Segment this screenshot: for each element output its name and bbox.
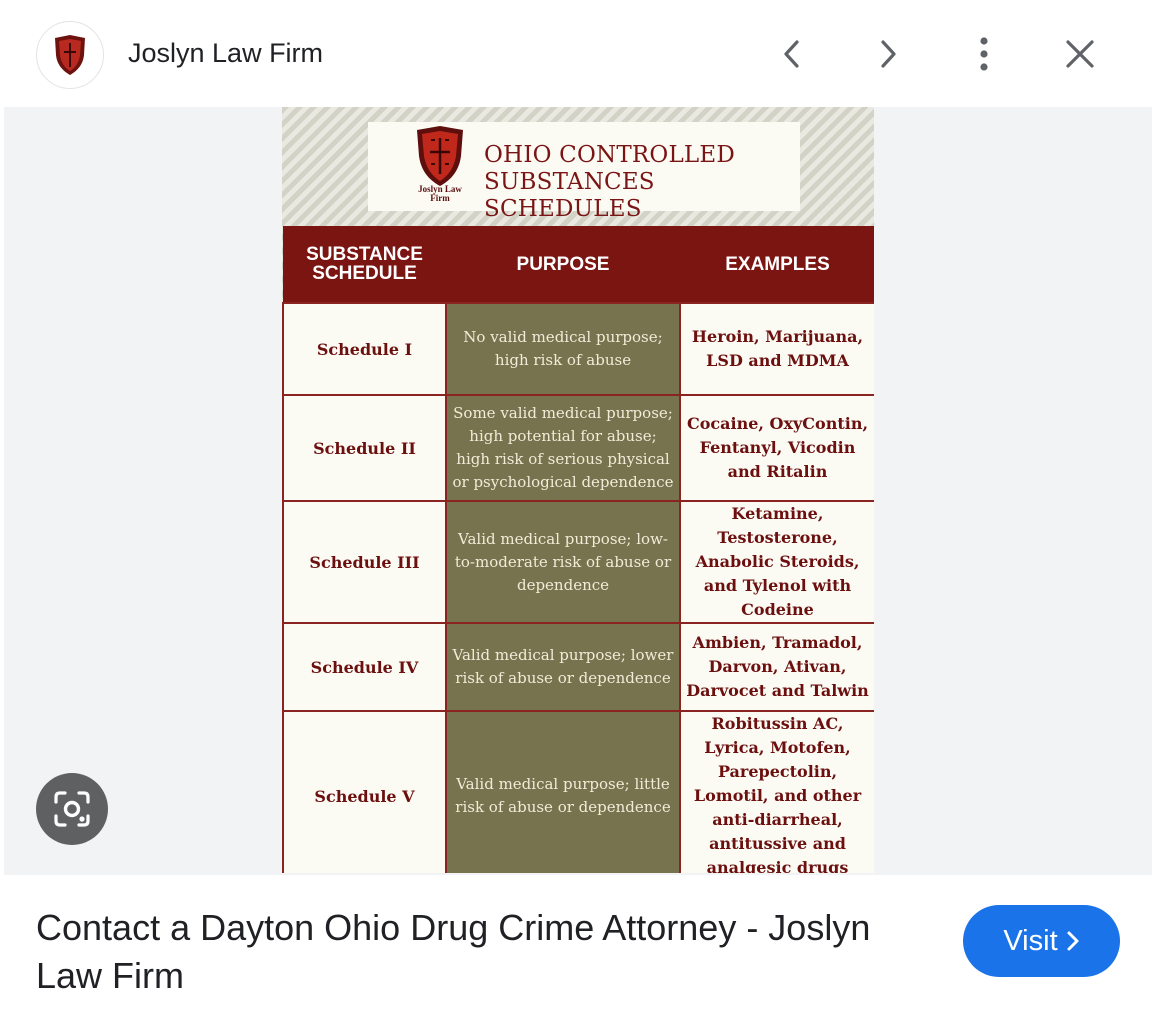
purpose-cell: Valid medical purpose; little risk of ab… (445, 710, 681, 873)
result-title-link[interactable]: Contact a Dayton Ohio Drug Crime Attorne… (36, 904, 936, 1000)
table-row: Schedule I No valid medical purpose; hig… (282, 302, 874, 396)
purpose-cell: Some valid medical purpose; high potenti… (445, 394, 681, 502)
examples-cell: Ketamine, Testosterone, Anabolic Steroid… (679, 500, 874, 624)
purpose-cell: Valid medical purpose; lower risk of abu… (445, 622, 681, 712)
table-row: Schedule III Valid medical purpose; low-… (282, 500, 874, 624)
visual-search-button[interactable] (36, 773, 108, 845)
schedule-cell: Schedule I (282, 302, 447, 396)
schedule-cell: Schedule II (282, 394, 447, 502)
chevron-right-icon (881, 40, 896, 68)
schedules-table: SUBSTANCE SCHEDULE PURPOSE EXAMPLES Sche… (282, 226, 874, 873)
chevron-right-icon (1067, 931, 1079, 951)
examples-cell: Ambien, Tramadol, Darvon, Ativan, Darvoc… (679, 622, 874, 712)
visit-label: Visit (1003, 924, 1058, 957)
column-header: SUBSTANCE SCHEDULE (283, 226, 446, 303)
infographic-title-card: Joslyn Law Firm OHIO CONTROLLED SUBSTANC… (368, 122, 800, 222)
image-viewer[interactable]: Joslyn Law Firm OHIO CONTROLLED SUBSTANC… (4, 107, 1152, 875)
table-row: Schedule II Some valid medical purpose; … (282, 394, 874, 502)
purpose-cell: No valid medical purpose; high risk of a… (445, 302, 681, 396)
visual-search-icon (54, 791, 90, 827)
table-row: Schedule V Valid medical purpose; little… (282, 710, 874, 873)
site-name[interactable]: Joslyn Law Firm (128, 38, 323, 69)
image-preview-panel: Joslyn Law Firm Joslyn Law Firm OHIO CON… (4, 4, 1152, 1016)
column-header: PURPOSE (446, 226, 680, 303)
examples-cell: Heroin, Marijuana, LSD and MDMA (679, 302, 874, 396)
next-button[interactable] (864, 30, 912, 78)
more-options-button[interactable] (960, 30, 1008, 78)
previous-button[interactable] (768, 30, 816, 78)
examples-cell: Cocaine, OxyContin, Fentanyl, Vicodin an… (679, 394, 874, 502)
table-row: Schedule IV Valid medical purpose; lower… (282, 622, 874, 712)
close-button[interactable] (1056, 30, 1104, 78)
preview-header: Joslyn Law Firm (4, 4, 1152, 107)
shield-logo-icon (417, 126, 463, 186)
schedule-cell: Schedule V (282, 710, 447, 873)
infographic-image[interactable]: Joslyn Law Firm OHIO CONTROLLED SUBSTANC… (282, 107, 874, 873)
brand-caption: Joslyn Law Firm (418, 184, 462, 203)
schedule-cell: Schedule III (282, 500, 447, 624)
table-header-row: SUBSTANCE SCHEDULE PURPOSE EXAMPLES (283, 226, 874, 303)
column-header: EXAMPLES (680, 226, 874, 303)
title-line-1: OHIO CONTROLLED (484, 142, 736, 168)
more-vert-icon (980, 37, 988, 71)
schedule-cell: Schedule IV (282, 622, 447, 712)
site-favicon[interactable] (36, 21, 104, 89)
shield-logo-icon (55, 35, 85, 75)
purpose-cell: Valid medical purpose; low-to-moderate r… (445, 500, 681, 624)
infographic-title: OHIO CONTROLLED SUBSTANCES SCHEDULES (484, 142, 800, 223)
chevron-left-icon (784, 40, 799, 68)
title-line-2: SUBSTANCES SCHEDULES (484, 169, 655, 222)
examples-cell: Robitussin AC, Lyrica, Motofen, Parepect… (679, 710, 874, 873)
close-icon (1066, 40, 1094, 68)
visit-button[interactable]: Visit (963, 905, 1120, 977)
